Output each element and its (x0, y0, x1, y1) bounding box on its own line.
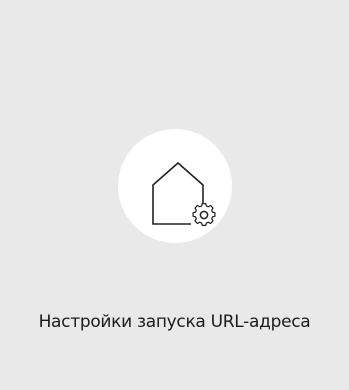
home-settings-icon (152, 161, 216, 227)
icon-circle (118, 129, 232, 243)
url-launcher-settings-tile[interactable]: Настройки запуска URL-адреса (0, 0, 349, 390)
tile-label: Настройки запуска URL-адреса (38, 312, 311, 332)
